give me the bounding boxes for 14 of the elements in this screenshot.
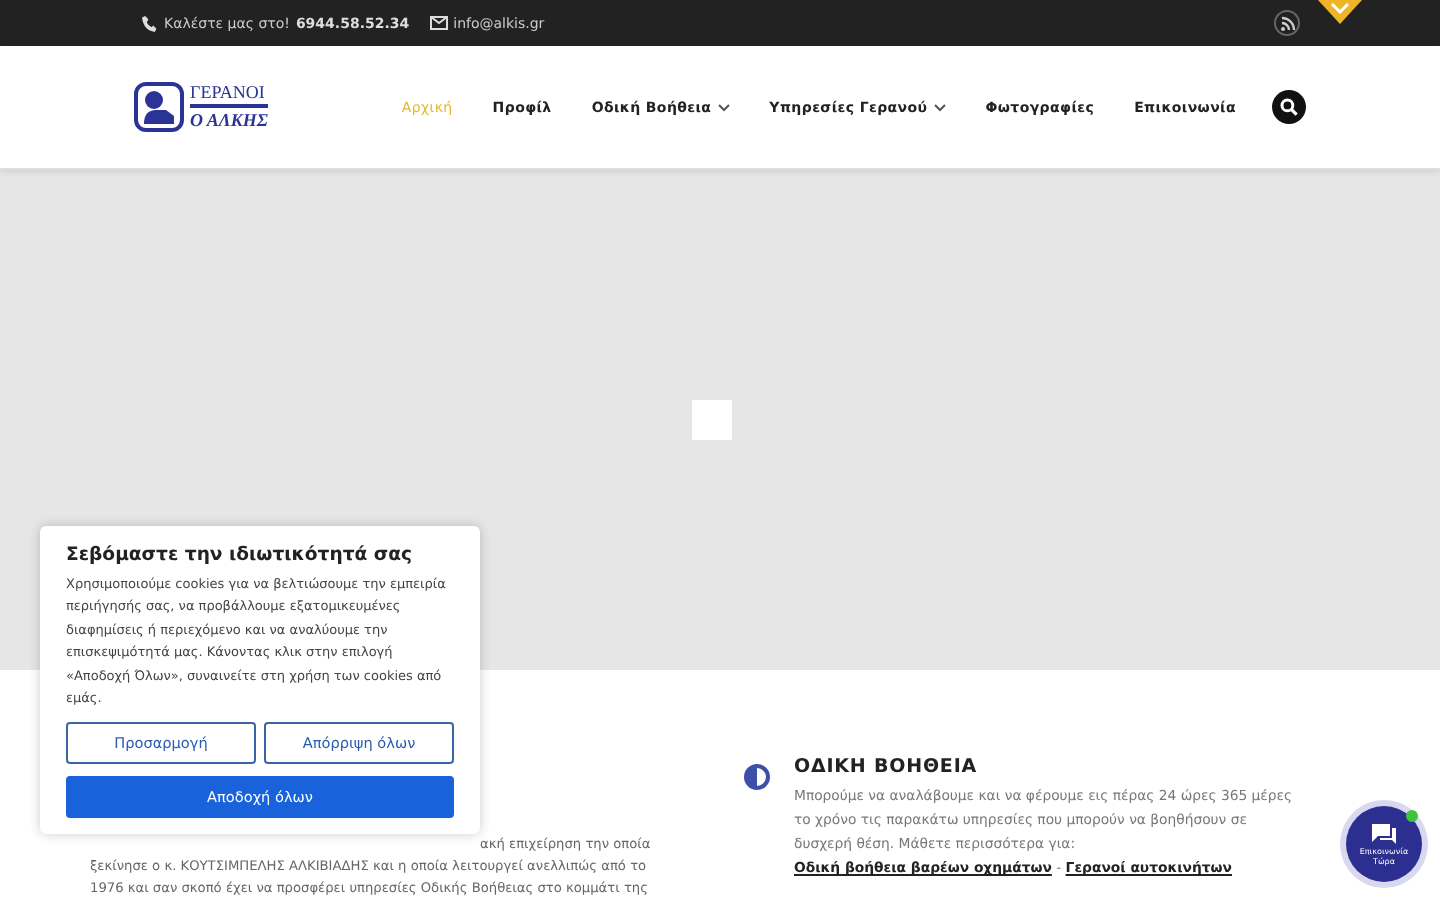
phone-icon [142,15,158,31]
search-icon [1280,98,1298,116]
chevron-icon [1330,2,1350,14]
loading-square [692,399,732,439]
search-button[interactable] [1272,90,1306,124]
dialog-title: Σεβόμαστε την ιδιωτικότητά σας [66,544,415,566]
section-heading: ΟΔΙΚΗ ΒΟΗΘΕΙΑ [794,756,980,778]
logo-subtitle: Ο ΑΛΚΗΣ [190,108,268,132]
logo-text: ΓΕΡΑΝΟΙ [190,82,268,108]
envelope-icon [429,16,448,30]
half-circle-icon [744,764,770,790]
logo-icon [134,82,184,132]
rss-icon[interactable] [1274,10,1300,36]
chat-icon [1370,822,1398,846]
